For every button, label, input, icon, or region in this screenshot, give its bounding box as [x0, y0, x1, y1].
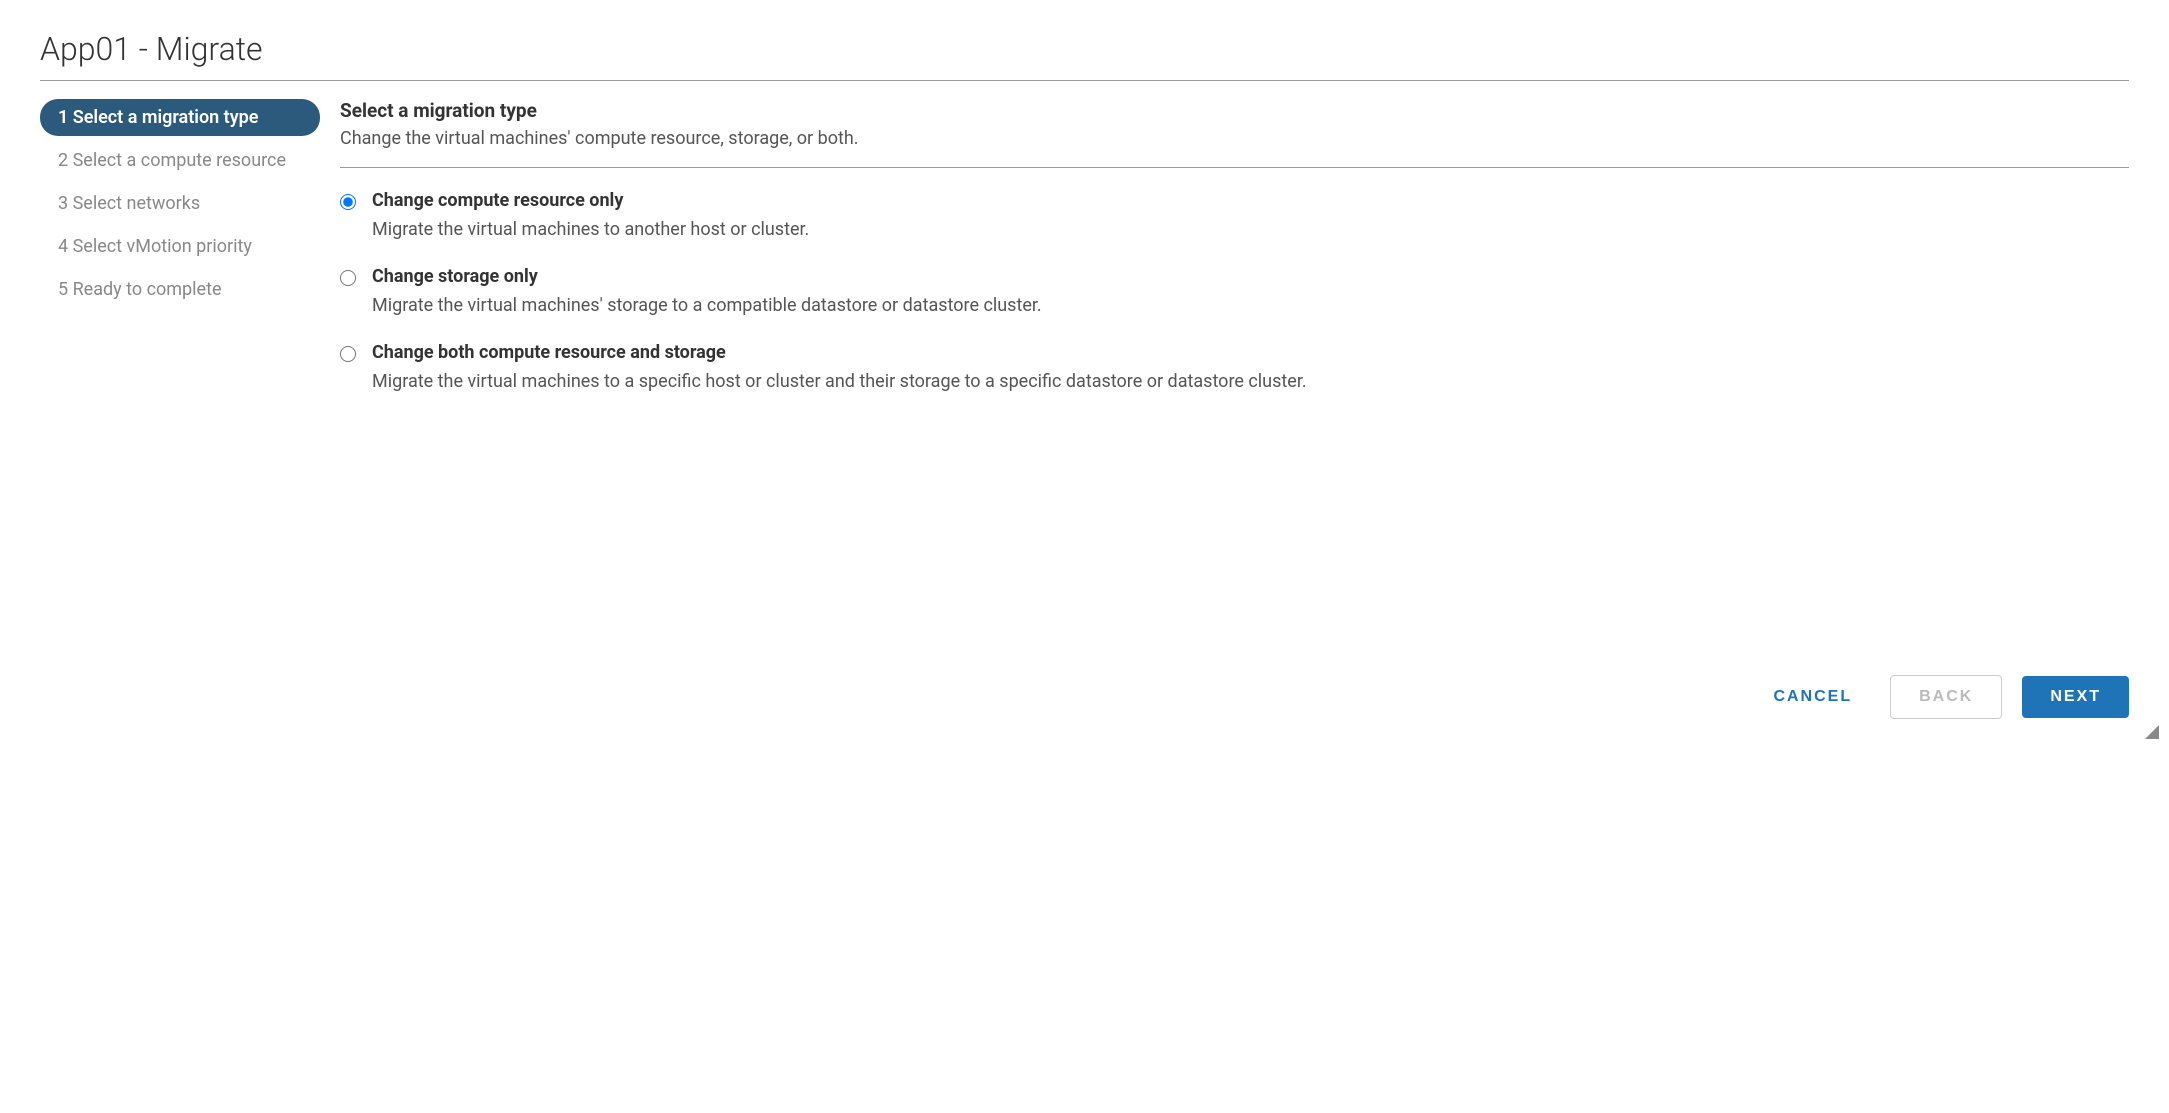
- option-label: Change storage only: [372, 266, 2129, 287]
- next-button[interactable]: NEXT: [2022, 676, 2129, 718]
- radio-storage-only[interactable]: [340, 270, 356, 286]
- wizard-step-5[interactable]: 5 Ready to complete: [40, 271, 320, 308]
- option-text: Change both compute resource and storage…: [372, 342, 2129, 392]
- panel-subtitle: Change the virtual machines' compute res…: [340, 128, 2129, 149]
- option-desc: Migrate the virtual machines' storage to…: [372, 295, 2129, 316]
- back-button: BACK: [1890, 675, 2002, 719]
- resize-handle-icon[interactable]: [2145, 725, 2159, 739]
- option-compute-only[interactable]: Change compute resource only Migrate the…: [340, 190, 2129, 240]
- wizard-step-4[interactable]: 4 Select vMotion priority: [40, 228, 320, 265]
- panel-title: Select a migration type: [340, 99, 2129, 122]
- wizard-step-1[interactable]: 1 Select a migration type: [40, 99, 320, 136]
- main-panel: Select a migration type Change the virtu…: [340, 99, 2129, 719]
- option-text: Change storage only Migrate the virtual …: [372, 266, 2129, 316]
- radio-compute-only[interactable]: [340, 194, 356, 210]
- wizard-footer: CANCEL BACK NEXT: [340, 655, 2129, 719]
- dialog-title: App01 - Migrate: [40, 30, 2129, 81]
- wizard-steps: 1 Select a migration type 2 Select a com…: [40, 99, 340, 719]
- option-storage-only[interactable]: Change storage only Migrate the virtual …: [340, 266, 2129, 316]
- cancel-button[interactable]: CANCEL: [1755, 676, 1870, 718]
- wizard-step-3[interactable]: 3 Select networks: [40, 185, 320, 222]
- panel-header: Select a migration type Change the virtu…: [340, 99, 2129, 168]
- option-label: Change compute resource only: [372, 190, 2129, 211]
- option-desc: Migrate the virtual machines to a specif…: [372, 371, 2129, 392]
- option-desc: Migrate the virtual machines to another …: [372, 219, 2129, 240]
- content-wrapper: 1 Select a migration type 2 Select a com…: [40, 99, 2129, 719]
- wizard-step-2[interactable]: 2 Select a compute resource: [40, 142, 320, 179]
- radio-both[interactable]: [340, 346, 356, 362]
- migration-options: Change compute resource only Migrate the…: [340, 190, 2129, 418]
- option-both[interactable]: Change both compute resource and storage…: [340, 342, 2129, 392]
- option-text: Change compute resource only Migrate the…: [372, 190, 2129, 240]
- option-label: Change both compute resource and storage: [372, 342, 2129, 363]
